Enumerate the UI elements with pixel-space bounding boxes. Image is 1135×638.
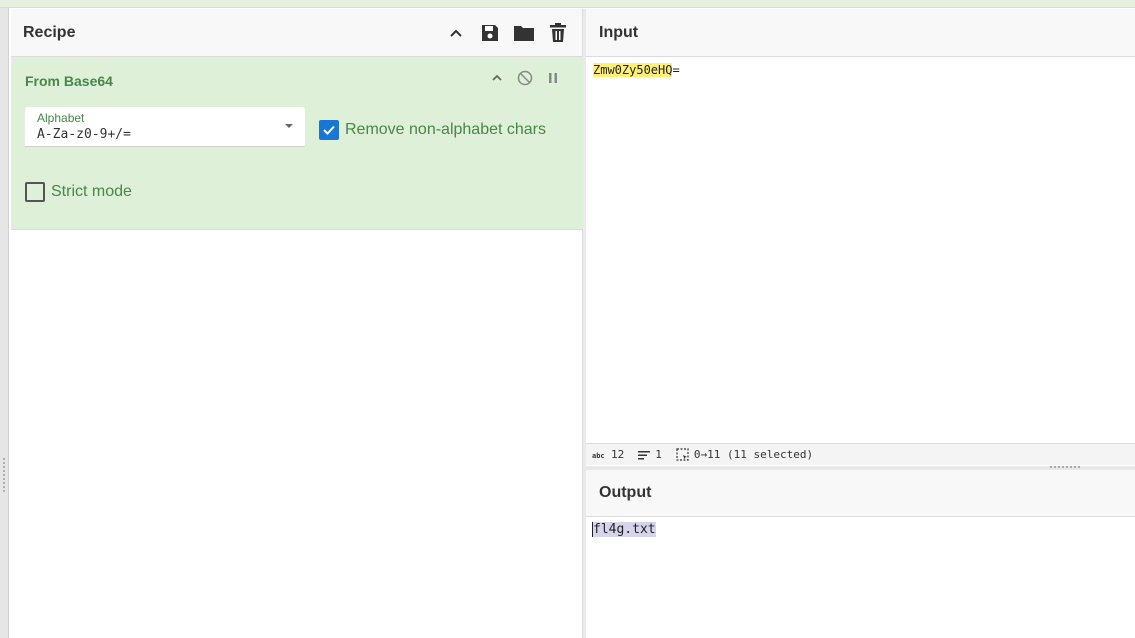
recipe-title: Recipe <box>23 23 76 41</box>
abc-icon: abc <box>592 452 605 459</box>
selection-icon <box>676 448 689 461</box>
alphabet-value: A-Za-z0-9+/= <box>37 127 131 142</box>
clear-recipe-icon[interactable] <box>546 21 570 45</box>
output-panel: Output fl4g.txt <box>586 470 1135 638</box>
input-panel: Input Zmw0Zy50eHQ= abc 12 1 0→11 (11 sel… <box>586 9 1135 466</box>
save-recipe-icon[interactable] <box>478 21 502 45</box>
alphabet-select[interactable]: Alphabet A-Za-z0-9+/= <box>25 107 305 147</box>
resize-handle[interactable] <box>3 458 5 492</box>
operations-panel-collapsed <box>0 8 9 638</box>
remove-non-alphabet-checkbox[interactable] <box>319 120 339 140</box>
collapse-all-icon[interactable] <box>444 21 468 45</box>
alphabet-label: Alphabet <box>37 111 85 125</box>
operation-title: From Base64 <box>25 73 113 89</box>
recipe-header: Recipe <box>11 9 582 57</box>
recipe-panel: Recipe From Base64 Alphabet A-Za-z0-9+/=… <box>11 9 583 638</box>
lines-indicator: 1 <box>638 448 662 461</box>
top-strip <box>0 0 1135 8</box>
strict-mode-checkbox[interactable] <box>25 182 45 202</box>
output-textarea[interactable]: fl4g.txt <box>592 522 656 537</box>
lines-value: 1 <box>655 448 662 461</box>
input-rest-text: = <box>672 63 680 77</box>
selection-value: 0→11 (11 selected) <box>693 448 814 461</box>
strict-mode-label: Strict mode <box>51 183 132 200</box>
selection-indicator: 0→11 (11 selected) <box>676 448 813 461</box>
output-title: Output <box>599 484 652 501</box>
remove-non-alphabet-option[interactable]: Remove non-alphabet chars <box>319 120 546 140</box>
output-selected-text: fl4g.txt <box>593 522 656 537</box>
input-header: Input <box>586 9 1135 57</box>
splitter-grip[interactable] <box>1050 466 1080 468</box>
lines-icon <box>638 450 651 459</box>
input-selected-text: Zmw0Zy50eHQ <box>593 63 673 77</box>
length-value: 12 <box>611 448 625 461</box>
collapse-operation-icon[interactable] <box>489 70 505 86</box>
input-status-bar: abc 12 1 0→11 (11 selected) <box>586 443 1135 465</box>
input-title: Input <box>599 23 639 41</box>
output-header: Output <box>586 470 1135 517</box>
strict-mode-option[interactable]: Strict mode <box>25 182 132 202</box>
breakpoint-icon[interactable] <box>545 70 561 86</box>
disable-operation-icon[interactable] <box>517 70 533 86</box>
length-indicator: abc 12 <box>592 448 624 461</box>
svg-text:abc: abc <box>592 452 605 459</box>
operation-from-base64: From Base64 Alphabet A-Za-z0-9+/= Remove… <box>11 57 583 230</box>
input-textarea[interactable]: Zmw0Zy50eHQ= <box>593 63 680 77</box>
load-recipe-icon[interactable] <box>512 21 536 45</box>
remove-non-alphabet-label: Remove non-alphabet chars <box>345 121 547 138</box>
dropdown-caret-icon <box>285 124 293 128</box>
